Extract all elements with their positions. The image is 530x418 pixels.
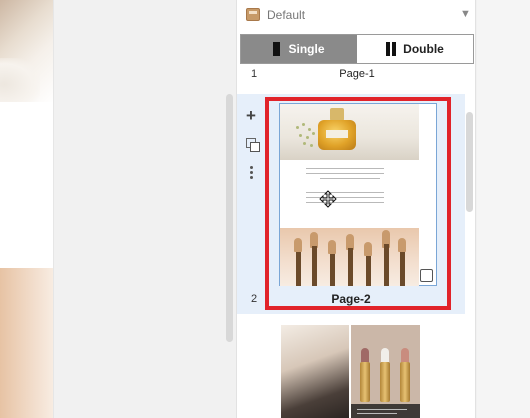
workspace-scrollbar[interactable]: [226, 94, 233, 342]
right-margin: [477, 0, 530, 418]
page-thumbnail-3[interactable]: [281, 325, 420, 418]
caption-bar: [351, 404, 420, 418]
app-root: Default ▼ Single Double 1 Page-1 + 2 Pag…: [0, 0, 530, 418]
duplicate-page-icon[interactable]: [246, 138, 260, 152]
double-page-button[interactable]: Double: [357, 35, 473, 63]
panel-header[interactable]: Default ▼: [237, 0, 477, 30]
chevron-down-icon[interactable]: ▼: [460, 8, 471, 20]
canvas-image-bottom: [0, 268, 53, 418]
single-page-icon: [273, 42, 281, 56]
page-mode-toggle: Single Double: [240, 34, 474, 64]
book-icon: [246, 8, 260, 21]
lipsticks-photo: [351, 325, 420, 418]
page-row-1[interactable]: 1 Page-1: [237, 68, 477, 88]
page-canvas-preview[interactable]: [0, 0, 54, 418]
selection-highlight: [265, 97, 451, 310]
double-page-icon: [386, 42, 397, 56]
single-label: Single: [288, 42, 325, 56]
add-page-icon[interactable]: +: [246, 107, 256, 124]
double-label: Double: [403, 42, 444, 56]
single-page-button[interactable]: Single: [241, 35, 357, 63]
page-label: Page-1: [339, 68, 375, 80]
layout-preset-label: Default: [267, 8, 306, 22]
pages-panel: Default ▼ Single Double 1 Page-1 + 2 Pag…: [236, 0, 476, 418]
page-label: Page-2: [331, 292, 371, 306]
makeup-hands-photo: [281, 325, 349, 418]
duplicate-front-box: [250, 142, 260, 152]
page-row-2-selected[interactable]: + 2 Page-2: [237, 94, 465, 314]
pages-panel-scrollbar[interactable]: [466, 112, 473, 212]
canvas-image-top: [0, 0, 53, 102]
workspace-area: [55, 0, 235, 418]
more-options-icon[interactable]: [250, 166, 253, 180]
